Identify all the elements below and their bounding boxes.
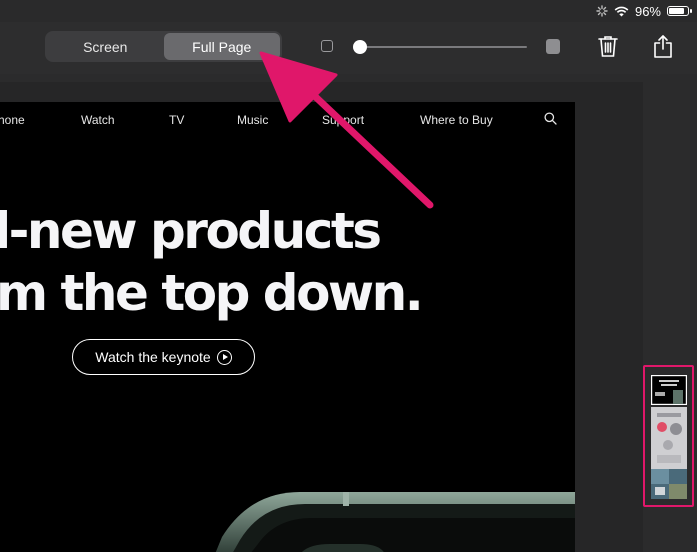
screenshot-editor: 96% Screen Full Page hone Watch TV Music… [0,0,697,552]
nav-item-iphone[interactable]: hone [0,113,25,127]
nav-item-music[interactable]: Music [237,113,268,127]
nav-item-where-to-buy[interactable]: Where to Buy [420,113,493,127]
nav-item-support[interactable]: Support [322,113,364,127]
product-image [215,492,575,552]
small-square-icon [321,40,333,52]
status-bar: 96% [0,0,697,22]
nav-item-tv[interactable]: TV [169,113,184,127]
full-page-tab[interactable]: Full Page [163,33,280,60]
search-icon[interactable] [544,112,557,125]
trash-icon[interactable] [595,33,621,59]
zoom-slider[interactable] [353,40,527,54]
capture-mode-control[interactable]: Screen Full Page [45,31,282,62]
screen-tab[interactable]: Screen [47,33,164,60]
hero-headline: l-new products m the top down. [0,200,425,324]
loading-spinner-icon [596,5,608,17]
nav-item-watch[interactable]: Watch [81,113,115,127]
watch-keynote-button[interactable]: Watch the keynote [72,339,255,375]
play-circle-icon [216,349,232,365]
watch-keynote-label: Watch the keynote [95,349,211,365]
toolbar: Screen Full Page [0,22,697,74]
thumbnail-highlight-box [643,365,694,507]
headline-line-2: m the top down. [0,264,424,322]
battery-percent: 96% [634,3,661,19]
captured-webpage: hone Watch TV Music Support Where to Buy… [0,102,575,552]
battery-icon [667,6,692,16]
wifi-icon [614,6,629,16]
headline-line-1: l-new products [0,202,382,260]
large-square-icon [546,39,560,54]
zoom-slider-thumb[interactable] [353,40,367,54]
share-icon[interactable] [650,33,676,59]
site-nav: hone Watch TV Music Support Where to Buy [0,102,575,138]
battery-level [669,8,684,14]
